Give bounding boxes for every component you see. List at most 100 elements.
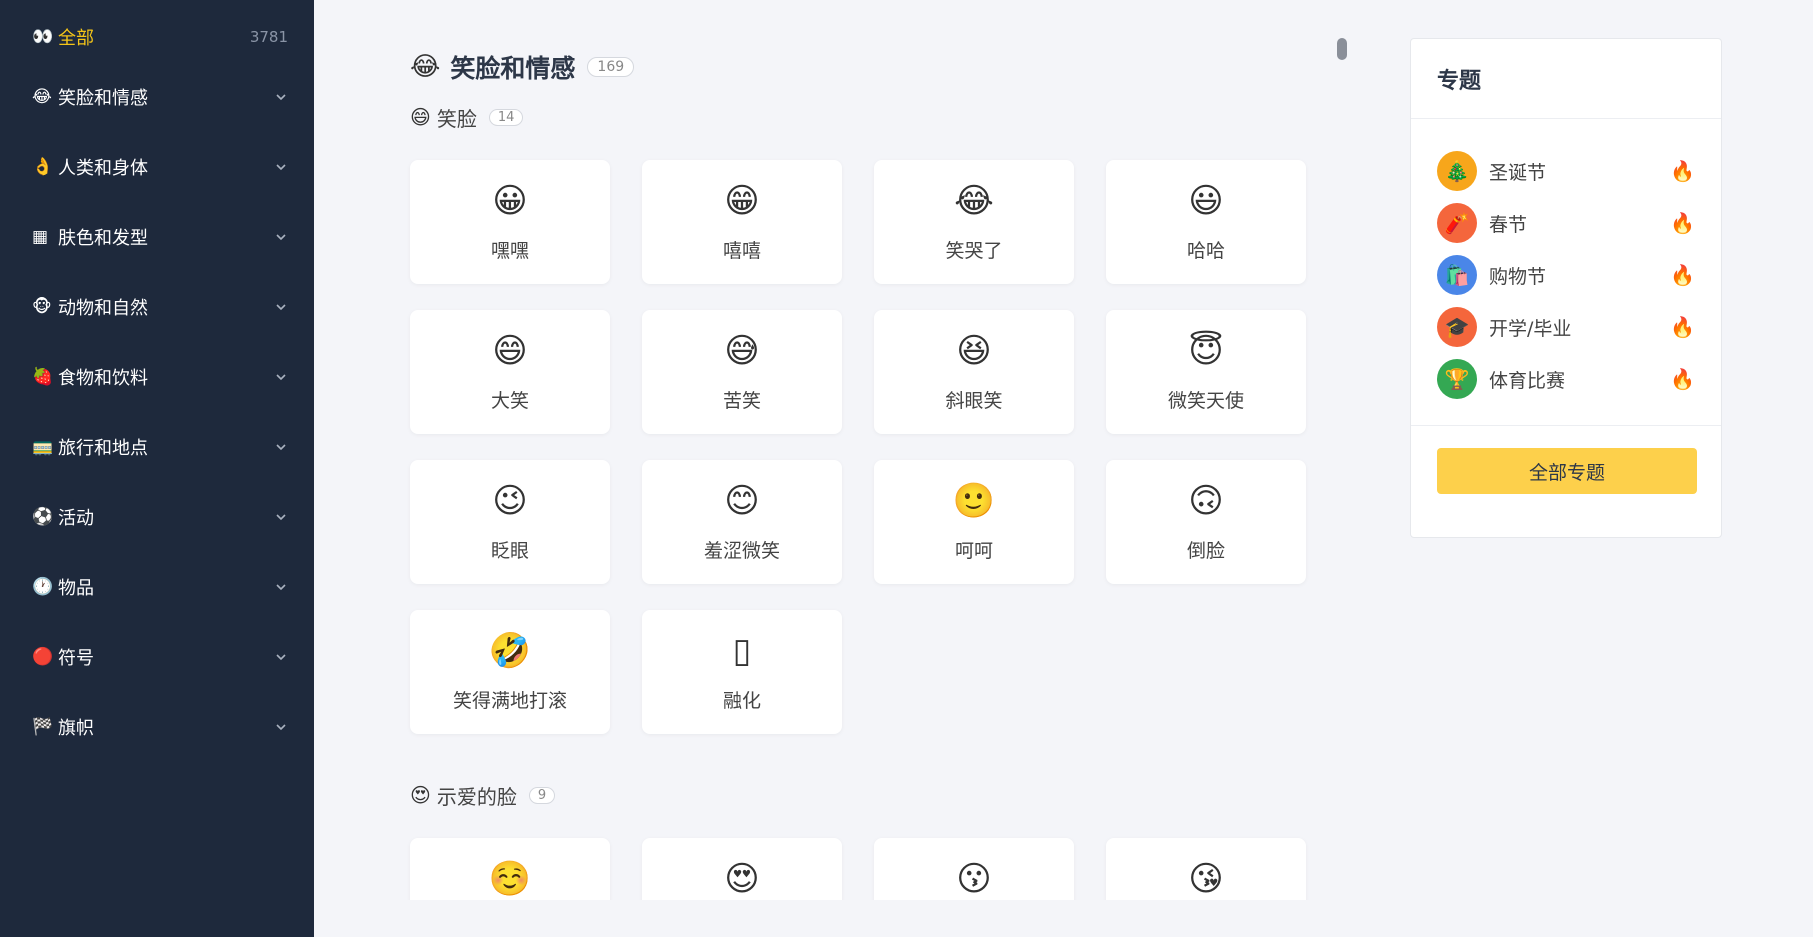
chevron-down-icon[interactable] <box>274 720 288 734</box>
nav-item-activities[interactable]: ⚽ 活动 <box>0 482 314 552</box>
emoji-card[interactable]: 😅 苦笑 <box>642 310 842 434</box>
chevron-down-icon[interactable] <box>274 650 288 664</box>
topic-label: 圣诞节 <box>1489 161 1547 184</box>
emoji-card[interactable]: 😗 <box>874 838 1074 900</box>
red-circle-icon: 🔴 <box>32 647 54 667</box>
melting-face-icon: ▯ <box>732 631 752 671</box>
nav-label: 肤色和发型 <box>58 228 148 249</box>
section-title: 笑脸和情感 <box>450 54 576 83</box>
topic-sports[interactable]: 🏆 体育比赛 🔥 <box>1437 353 1695 405</box>
all-topics-button[interactable]: 全部专题 <box>1437 448 1697 494</box>
emoji-card[interactable]: 🙃 倒脸 <box>1106 460 1306 584</box>
emoji-card[interactable]: 🙂 呵呵 <box>874 460 1074 584</box>
chevron-down-icon[interactable] <box>274 300 288 314</box>
emoji-name: 嘿嘿 <box>490 240 529 262</box>
emoji-card[interactable]: 😉 眨眼 <box>410 460 610 584</box>
nav-item-people[interactable]: 👌 人类和身体 <box>0 132 314 202</box>
group-title: 示爱的脸 <box>436 784 517 809</box>
nav-label: 物品 <box>58 578 94 599</box>
topic-spring-festival[interactable]: 🧨 春节 🔥 <box>1437 197 1695 249</box>
tram-icon: 🚃 <box>32 437 54 457</box>
emoji-card[interactable]: 😘 <box>1106 838 1306 900</box>
monkey-icon: 🐵 <box>32 297 52 317</box>
topics-panel: 专题 🎄 圣诞节 🔥 🧨 春节 🔥 🛍️ 购物节 🔥 🎓 开学/毕业 🔥 🏆 体… <box>1410 38 1722 538</box>
chevron-down-icon[interactable] <box>274 580 288 594</box>
topic-label: 购物节 <box>1489 265 1547 288</box>
emoji-name: 斜眼笑 <box>945 390 1003 412</box>
chevron-down-icon[interactable] <box>274 370 288 384</box>
emoji-name: 眨眼 <box>490 540 529 562</box>
tears-of-joy-icon: 😂 <box>954 181 994 221</box>
group-header: 😍 示爱的脸 9 <box>410 778 1344 812</box>
shopping-bags-icon: 🛍️ <box>1437 255 1477 295</box>
heart-eyes-icon: 😍 <box>724 859 760 899</box>
emoji-name: 倒脸 <box>1186 540 1225 562</box>
nav-item-objects[interactable]: 🕐 物品 <box>0 552 314 622</box>
nav-item-skin-hair[interactable]: ▦ 肤色和发型 <box>0 202 314 272</box>
emoji-card[interactable]: 😍 <box>642 838 842 900</box>
chevron-down-icon[interactable] <box>274 160 288 174</box>
firecracker-icon: 🧨 <box>1437 203 1477 243</box>
emoji-card[interactable]: 😊 羞涩微笑 <box>642 460 842 584</box>
chevron-down-icon[interactable] <box>274 510 288 524</box>
nav-item-flags[interactable]: 🏁 旗帜 <box>0 692 314 762</box>
nav-item-symbols[interactable]: 🔴 符号 <box>0 622 314 692</box>
graduation-cap-icon: 🎓 <box>1437 307 1477 347</box>
emoji-card[interactable]: 😇 微笑天使 <box>1106 310 1306 434</box>
emoji-card[interactable]: 😁 嘻嘻 <box>642 160 842 284</box>
emoji-card[interactable]: 🤣 笑得满地打滚 <box>410 610 610 734</box>
emoji-grid: ☺️ 😍 😗 😘 <box>410 838 1344 900</box>
soccer-ball-icon: ⚽ <box>32 507 54 527</box>
topic-shopping[interactable]: 🛍️ 购物节 🔥 <box>1437 249 1695 301</box>
grin-sweat-icon: 😅 <box>724 331 760 371</box>
blowing-kiss-icon: 😘 <box>1188 859 1224 899</box>
big-eyes-grin-icon: 😃 <box>1188 181 1224 221</box>
nav-label: 活动 <box>58 508 94 529</box>
chevron-down-icon[interactable] <box>274 440 288 454</box>
topic-label: 开学/毕业 <box>1489 317 1572 340</box>
emoji-card[interactable]: 😃 哈哈 <box>1106 160 1306 284</box>
squinting-grin-icon: 😆 <box>956 331 992 371</box>
nav-item-animals[interactable]: 🐵 动物和自然 <box>0 272 314 342</box>
nav-item-travel[interactable]: 🚃 旅行和地点 <box>0 412 314 482</box>
topic-christmas[interactable]: 🎄 圣诞节 🔥 <box>1437 145 1695 197</box>
topics-list: 🎄 圣诞节 🔥 🧨 春节 🔥 🛍️ 购物节 🔥 🎓 开学/毕业 🔥 🏆 体育比赛… <box>1411 119 1721 426</box>
nav-item-all[interactable]: 👀 全部 3781 <box>0 12 314 62</box>
topic-label: 体育比赛 <box>1489 369 1566 392</box>
smiling-face-icon: ☺️ <box>488 859 532 899</box>
emoji-name: 微笑天使 <box>1167 390 1244 412</box>
topic-label: 春节 <box>1489 213 1528 236</box>
upside-down-face-icon: 🙃 <box>1188 481 1224 521</box>
nav-label: 食物和饮料 <box>58 368 148 389</box>
chevron-down-icon[interactable] <box>274 230 288 244</box>
section-count-badge: 169 <box>587 57 635 77</box>
beaming-face-icon: 😁 <box>724 181 760 221</box>
smiling-eyes-grin-icon: 😄 <box>492 331 528 371</box>
kissing-face-icon: 😗 <box>956 859 992 899</box>
laughing-face-icon: 😂 <box>32 87 52 107</box>
emoji-name: 嘻嘻 <box>722 240 761 262</box>
chevron-down-icon[interactable] <box>274 90 288 104</box>
checkered-flag-icon: 🏁 <box>32 717 54 737</box>
topics-footer: 全部专题 <box>1411 426 1721 516</box>
clock-icon: 🕐 <box>32 577 54 597</box>
emoji-card[interactable]: 😀 嘿嘿 <box>410 160 610 284</box>
emoji-card[interactable]: ▯ 融化 <box>642 610 842 734</box>
nav-label: 旅行和地点 <box>58 438 148 459</box>
blush-face-icon: 😊 <box>724 481 760 521</box>
total-count: 3781 <box>249 28 288 46</box>
emoji-card[interactable]: 😂 笑哭了 <box>874 160 1074 284</box>
emoji-card[interactable]: 😆 斜眼笑 <box>874 310 1074 434</box>
grinning-face-icon: 😀 <box>492 181 528 221</box>
nav-item-food[interactable]: 🍓 食物和饮料 <box>0 342 314 412</box>
group-header: 😄 笑脸 14 <box>410 100 1344 134</box>
nav-item-smileys[interactable]: 😂 笑脸和情感 <box>0 62 314 132</box>
scrollbar-thumb[interactable] <box>1337 38 1347 60</box>
emoji-name: 哈哈 <box>1186 240 1225 262</box>
fire-icon: 🔥 <box>1670 367 1695 391</box>
group-count-badge: 14 <box>488 108 524 126</box>
emoji-name: 笑哭了 <box>945 240 1003 262</box>
topic-graduation[interactable]: 🎓 开学/毕业 🔥 <box>1437 301 1695 353</box>
emoji-card[interactable]: ☺️ <box>410 838 610 900</box>
emoji-card[interactable]: 😄 大笑 <box>410 310 610 434</box>
